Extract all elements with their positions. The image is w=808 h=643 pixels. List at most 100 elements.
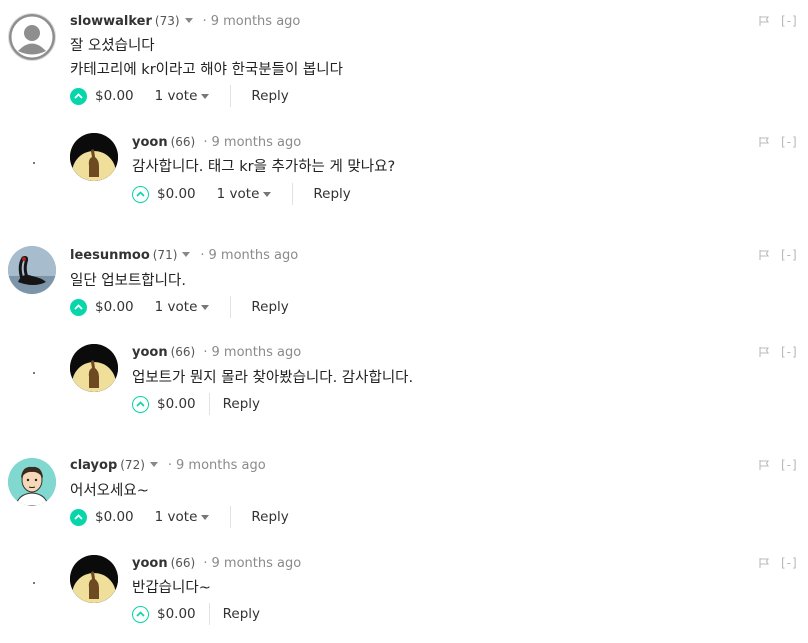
cartoon-person-avatar-icon bbox=[8, 458, 56, 506]
author-menu-icon[interactable] bbox=[182, 252, 191, 257]
comment-footer: $0.00 1 vote Reply bbox=[70, 296, 289, 318]
reputation: (71) bbox=[152, 248, 178, 262]
separator-dot: · bbox=[199, 135, 208, 150]
collapse-toggle[interactable]: [-] bbox=[781, 14, 798, 28]
divider bbox=[230, 506, 232, 528]
upvote-button[interactable] bbox=[132, 605, 149, 623]
flag-icon[interactable] bbox=[758, 15, 770, 27]
comment: slowwalker (73) · 9 months ago 잘 오셨습니다 카테고리… bbox=[0, 0, 808, 110]
comment-footer: $0.00 1 vote Reply bbox=[70, 85, 289, 107]
comment-line: 일단 업보트합니다. bbox=[70, 273, 186, 289]
chevron-up-icon bbox=[74, 304, 83, 310]
reply-button[interactable]: Reply bbox=[223, 393, 260, 415]
chevron-up-icon bbox=[74, 93, 83, 99]
timestamp[interactable]: 9 months ago bbox=[211, 14, 301, 29]
comment-body: 일단 업보트합니다. bbox=[70, 269, 186, 293]
avatar[interactable] bbox=[70, 555, 118, 603]
vote-count[interactable]: 1 vote bbox=[155, 296, 210, 318]
divider bbox=[230, 296, 232, 318]
reply-button[interactable]: Reply bbox=[251, 85, 288, 107]
vote-count-label: 1 vote bbox=[154, 299, 198, 315]
comment-header: clayop (72) · 9 months ago bbox=[70, 455, 266, 476]
comment-body: 업보트가 뭔지 몰라 찾아봤습니다. 감사합니다. bbox=[132, 366, 413, 390]
timestamp[interactable]: 9 months ago bbox=[209, 248, 299, 263]
timestamp[interactable]: 9 months ago bbox=[176, 458, 266, 473]
chevron-down-icon bbox=[201, 93, 210, 99]
swan-avatar-icon bbox=[8, 246, 56, 294]
separator-dot: · bbox=[202, 14, 207, 29]
flag-icon[interactable] bbox=[758, 459, 770, 471]
reply-button[interactable]: Reply bbox=[223, 603, 260, 625]
timestamp[interactable]: 9 months ago bbox=[212, 345, 302, 360]
comment-line: 반갑습니다~ bbox=[132, 580, 211, 596]
payout-amount[interactable]: $0.00 bbox=[157, 393, 196, 415]
avatar[interactable] bbox=[70, 344, 118, 392]
timestamp[interactable]: 9 months ago bbox=[212, 135, 302, 150]
upvote-button[interactable] bbox=[70, 508, 87, 526]
separator-dot: · bbox=[199, 556, 208, 571]
alpaca-avatar-icon bbox=[70, 344, 118, 392]
author-name[interactable]: yoon bbox=[132, 556, 168, 571]
chevron-up-icon bbox=[136, 611, 145, 617]
thread-marker bbox=[33, 582, 35, 584]
collapse-toggle[interactable]: [-] bbox=[781, 248, 798, 262]
vote-count[interactable]: 1 vote bbox=[155, 506, 210, 528]
payout-amount[interactable]: $0.00 bbox=[157, 603, 196, 625]
upvote-button[interactable] bbox=[132, 395, 149, 413]
author-name[interactable]: slowwalker bbox=[70, 14, 152, 29]
reply-button[interactable]: Reply bbox=[313, 183, 350, 205]
comment-header: yoon (66) · 9 months ago bbox=[132, 132, 301, 153]
vote-count[interactable]: 1 vote bbox=[217, 183, 272, 205]
thread-marker bbox=[33, 372, 35, 374]
timestamp[interactable]: 9 months ago bbox=[212, 556, 302, 571]
payout-amount[interactable]: $0.00 bbox=[157, 183, 196, 205]
chevron-up-icon bbox=[136, 191, 145, 197]
payout-amount[interactable]: $0.00 bbox=[95, 506, 134, 528]
thread-marker bbox=[33, 162, 35, 164]
comment-reply: yoon (66) · 9 months ago 반갑습니다~ $0.00 Repl… bbox=[0, 543, 808, 643]
upvote-button[interactable] bbox=[70, 87, 87, 105]
reputation: (72) bbox=[120, 458, 145, 472]
comment-header: yoon (66) · 9 months ago bbox=[132, 553, 301, 574]
separator-dot: · bbox=[167, 458, 173, 473]
author-name[interactable]: clayop bbox=[70, 458, 117, 473]
avatar[interactable] bbox=[8, 458, 56, 506]
comment-footer: $0.00 Reply bbox=[132, 393, 260, 415]
comment-line: 감사합니다. 태그 kr을 추가하는 게 맞나요? bbox=[132, 159, 396, 175]
chevron-down-icon bbox=[201, 514, 210, 520]
vote-count[interactable]: 1 vote bbox=[155, 85, 210, 107]
chevron-down-icon bbox=[201, 304, 210, 310]
reply-button[interactable]: Reply bbox=[251, 506, 288, 528]
upvote-button[interactable] bbox=[132, 185, 149, 203]
avatar[interactable] bbox=[8, 13, 56, 61]
upvote-button[interactable] bbox=[70, 298, 87, 316]
comment-header: leesunmoo (71) · 9 months ago bbox=[70, 245, 298, 266]
comment-header: slowwalker (73) · 9 months ago bbox=[70, 11, 300, 32]
comment-body: 반갑습니다~ bbox=[132, 576, 211, 600]
author-name[interactable]: yoon bbox=[132, 135, 168, 150]
avatar[interactable] bbox=[70, 133, 118, 181]
reply-button[interactable]: Reply bbox=[251, 296, 288, 318]
flag-icon[interactable] bbox=[758, 557, 770, 569]
vote-count-label: 1 vote bbox=[216, 186, 260, 202]
separator-dot: · bbox=[200, 248, 205, 263]
author-menu-icon[interactable] bbox=[149, 462, 158, 467]
author-name[interactable]: leesunmoo bbox=[70, 248, 150, 263]
flag-icon[interactable] bbox=[758, 346, 770, 358]
collapse-toggle[interactable]: [-] bbox=[781, 458, 798, 472]
comment-body: 감사합니다. 태그 kr을 추가하는 게 맞나요? bbox=[132, 155, 395, 179]
collapse-toggle[interactable]: [-] bbox=[781, 135, 798, 149]
alpaca-avatar-icon bbox=[70, 555, 118, 603]
payout-amount[interactable]: $0.00 bbox=[95, 85, 134, 107]
author-name[interactable]: yoon bbox=[132, 345, 168, 360]
flag-icon[interactable] bbox=[758, 249, 770, 261]
flag-icon[interactable] bbox=[758, 136, 770, 148]
collapse-toggle[interactable]: [-] bbox=[781, 345, 798, 359]
payout-amount[interactable]: $0.00 bbox=[95, 296, 134, 318]
avatar[interactable] bbox=[8, 246, 56, 294]
chevron-down-icon bbox=[263, 191, 272, 197]
divider bbox=[208, 603, 210, 625]
alpaca-avatar-icon bbox=[70, 133, 118, 181]
author-menu-icon[interactable] bbox=[184, 18, 193, 23]
collapse-toggle[interactable]: [-] bbox=[781, 556, 798, 570]
